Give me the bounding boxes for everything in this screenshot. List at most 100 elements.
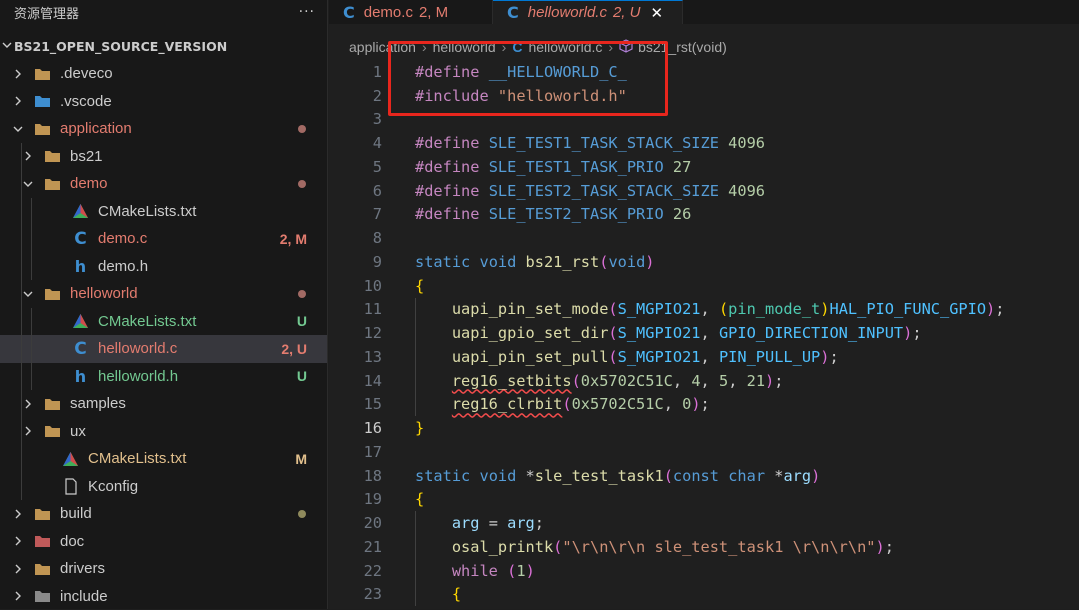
chevron-right-icon[interactable] xyxy=(12,508,24,520)
tree-item[interactable]: Kconfig xyxy=(0,473,327,501)
tree-item-label: .vscode xyxy=(60,93,112,110)
line-number: 12 xyxy=(329,324,382,342)
status-dot xyxy=(298,510,306,518)
tree-item[interactable]: Cdemo.c2, M xyxy=(0,225,327,253)
tree-item[interactable]: helloworld xyxy=(0,280,327,308)
tree-item[interactable]: Chelloworld.c2, U xyxy=(0,335,327,363)
cmake-icon xyxy=(62,450,79,467)
code-line[interactable]: 13 uapi_pin_set_pull(S_MGPIO21, PIN_PULL… xyxy=(329,345,1079,369)
tree-item-label: CMakeLists.txt xyxy=(98,313,196,330)
line-number: 13 xyxy=(329,348,382,366)
indent-guide xyxy=(21,335,22,363)
tree-item[interactable]: samples xyxy=(0,390,327,418)
code-line[interactable]: 21 osal_printk("\r\n\r\n sle_test_task1 … xyxy=(329,535,1079,559)
more-actions-icon[interactable]: ··· xyxy=(299,4,315,20)
code-line[interactable]: 4#define SLE_TEST1_TASK_STACK_SIZE 4096 xyxy=(329,131,1079,155)
status-badge: 2, M xyxy=(280,231,307,247)
indent-guide xyxy=(21,253,22,281)
tree-item[interactable]: CMakeLists.txtM xyxy=(0,445,327,473)
tree-item[interactable]: application xyxy=(0,115,327,143)
tree-item-label: bs21 xyxy=(70,148,103,165)
folder-open-icon xyxy=(44,285,61,302)
code-line[interactable]: 20 arg = arg; xyxy=(329,511,1079,535)
code-line[interactable]: 15 reg16_clrbit(0x5702C51C, 0); xyxy=(329,393,1079,417)
line-number: 14 xyxy=(329,372,382,390)
chevron-down-icon[interactable] xyxy=(22,178,34,190)
tree-item[interactable]: .deveco xyxy=(0,60,327,88)
code-line[interactable]: 17 xyxy=(329,440,1079,464)
code-text: } xyxy=(415,419,424,437)
line-number: 15 xyxy=(329,395,382,413)
chevron-right-icon[interactable] xyxy=(12,535,24,547)
tree-item[interactable]: drivers xyxy=(0,555,327,583)
tree-item[interactable]: hdemo.h xyxy=(0,253,327,281)
chevron-down-icon[interactable] xyxy=(22,288,34,300)
line-number: 3 xyxy=(329,110,382,128)
code-text: osal_printk("\r\n\r\n sle_test_task1 \r\… xyxy=(415,538,894,556)
line-number: 22 xyxy=(329,562,382,580)
line-number: 4 xyxy=(329,134,382,152)
code-line[interactable]: 8 xyxy=(329,226,1079,250)
chevron-right-icon[interactable] xyxy=(12,95,24,107)
workspace-root[interactable]: BS21_OPEN_SOURCE_VERSION xyxy=(0,35,327,57)
tree-item[interactable]: bs21 xyxy=(0,143,327,171)
indent-guide xyxy=(31,253,32,281)
code-line[interactable]: 7#define SLE_TEST2_TASK_PRIO 26 xyxy=(329,203,1079,227)
line-number: 17 xyxy=(329,443,382,461)
indent-guide xyxy=(31,198,32,226)
code-line[interactable]: 16} xyxy=(329,416,1079,440)
c-file-icon: C xyxy=(72,340,89,357)
chevron-right-icon[interactable] xyxy=(12,68,24,80)
code-line[interactable]: 6#define SLE_TEST2_TASK_STACK_SIZE 4096 xyxy=(329,179,1079,203)
code-line[interactable]: 11 uapi_pin_set_mode(S_MGPIO21, (pin_mod… xyxy=(329,298,1079,322)
tree-item[interactable]: demo xyxy=(0,170,327,198)
explorer-sidebar: 资源管理器 ··· BS21_OPEN_SOURCE_VERSION .deve… xyxy=(0,0,328,609)
tree-item[interactable]: .vscode xyxy=(0,88,327,116)
tree-item-label: helloworld xyxy=(70,285,138,302)
tree-item-label: demo xyxy=(70,175,108,192)
code-text: uapi_pin_set_mode(S_MGPIO21, (pin_mode_t… xyxy=(415,300,1004,318)
chevron-right-icon[interactable] xyxy=(22,150,34,162)
code-line[interactable]: 10 { xyxy=(329,274,1079,298)
code-line[interactable]: 18static void *sle_test_task1(const char… xyxy=(329,464,1079,488)
indent-guide xyxy=(31,335,32,363)
code-line[interactable]: 5#define SLE_TEST1_TASK_PRIO 27 xyxy=(329,155,1079,179)
chevron-right-icon[interactable] xyxy=(22,425,34,437)
code-line[interactable]: 12 uapi_gpio_set_dir(S_MGPIO21, GPIO_DIR… xyxy=(329,321,1079,345)
code-line[interactable]: 19{ xyxy=(329,488,1079,512)
tree-item[interactable]: hhelloworld.hU xyxy=(0,363,327,391)
code-text: { xyxy=(415,277,424,295)
line-number: 10 xyxy=(329,277,382,295)
indent-guide xyxy=(31,363,32,391)
code-line[interactable]: 22 while (1) xyxy=(329,559,1079,583)
close-icon[interactable]: ✕ xyxy=(650,4,663,22)
chevron-down-icon[interactable] xyxy=(12,123,24,135)
chevron-right-icon[interactable] xyxy=(12,590,24,602)
tree-item[interactable]: CMakeLists.txt xyxy=(0,198,327,226)
tree-item[interactable]: doc xyxy=(0,528,327,556)
line-number: 20 xyxy=(329,514,382,532)
code-editor[interactable]: 1#define __HELLOWORLD_C_2#include "hello… xyxy=(329,60,1079,606)
tab-demo-c[interactable]: C demo.c 2, M xyxy=(329,0,493,24)
tree-item[interactable]: build xyxy=(0,500,327,528)
folder-icon xyxy=(44,148,61,165)
folder-icon xyxy=(34,65,51,82)
line-number: 18 xyxy=(329,467,382,485)
chevron-right-icon[interactable] xyxy=(12,563,24,575)
tree-item[interactable]: CMakeLists.txtU xyxy=(0,308,327,336)
indent-guide xyxy=(21,198,22,226)
h-file-icon: h xyxy=(72,368,89,385)
folder-icon xyxy=(34,560,51,577)
tree-item[interactable]: include xyxy=(0,583,327,610)
tab-helloworld-c[interactable]: C helloworld.c 2, U ✕ xyxy=(493,0,683,24)
line-number: 2 xyxy=(329,87,382,105)
tree-item-label: build xyxy=(60,505,92,522)
code-line[interactable]: 14 reg16_setbits(0x5702C51C, 4, 5, 21); xyxy=(329,369,1079,393)
code-line[interactable]: 9static void bs21_rst(void) xyxy=(329,250,1079,274)
tree-item[interactable]: ux xyxy=(0,418,327,446)
folder-open-icon xyxy=(44,175,61,192)
status-badge: M xyxy=(295,451,307,467)
code-line[interactable]: 23 { xyxy=(329,583,1079,607)
line-number: 8 xyxy=(329,229,382,247)
chevron-right-icon[interactable] xyxy=(22,398,34,410)
